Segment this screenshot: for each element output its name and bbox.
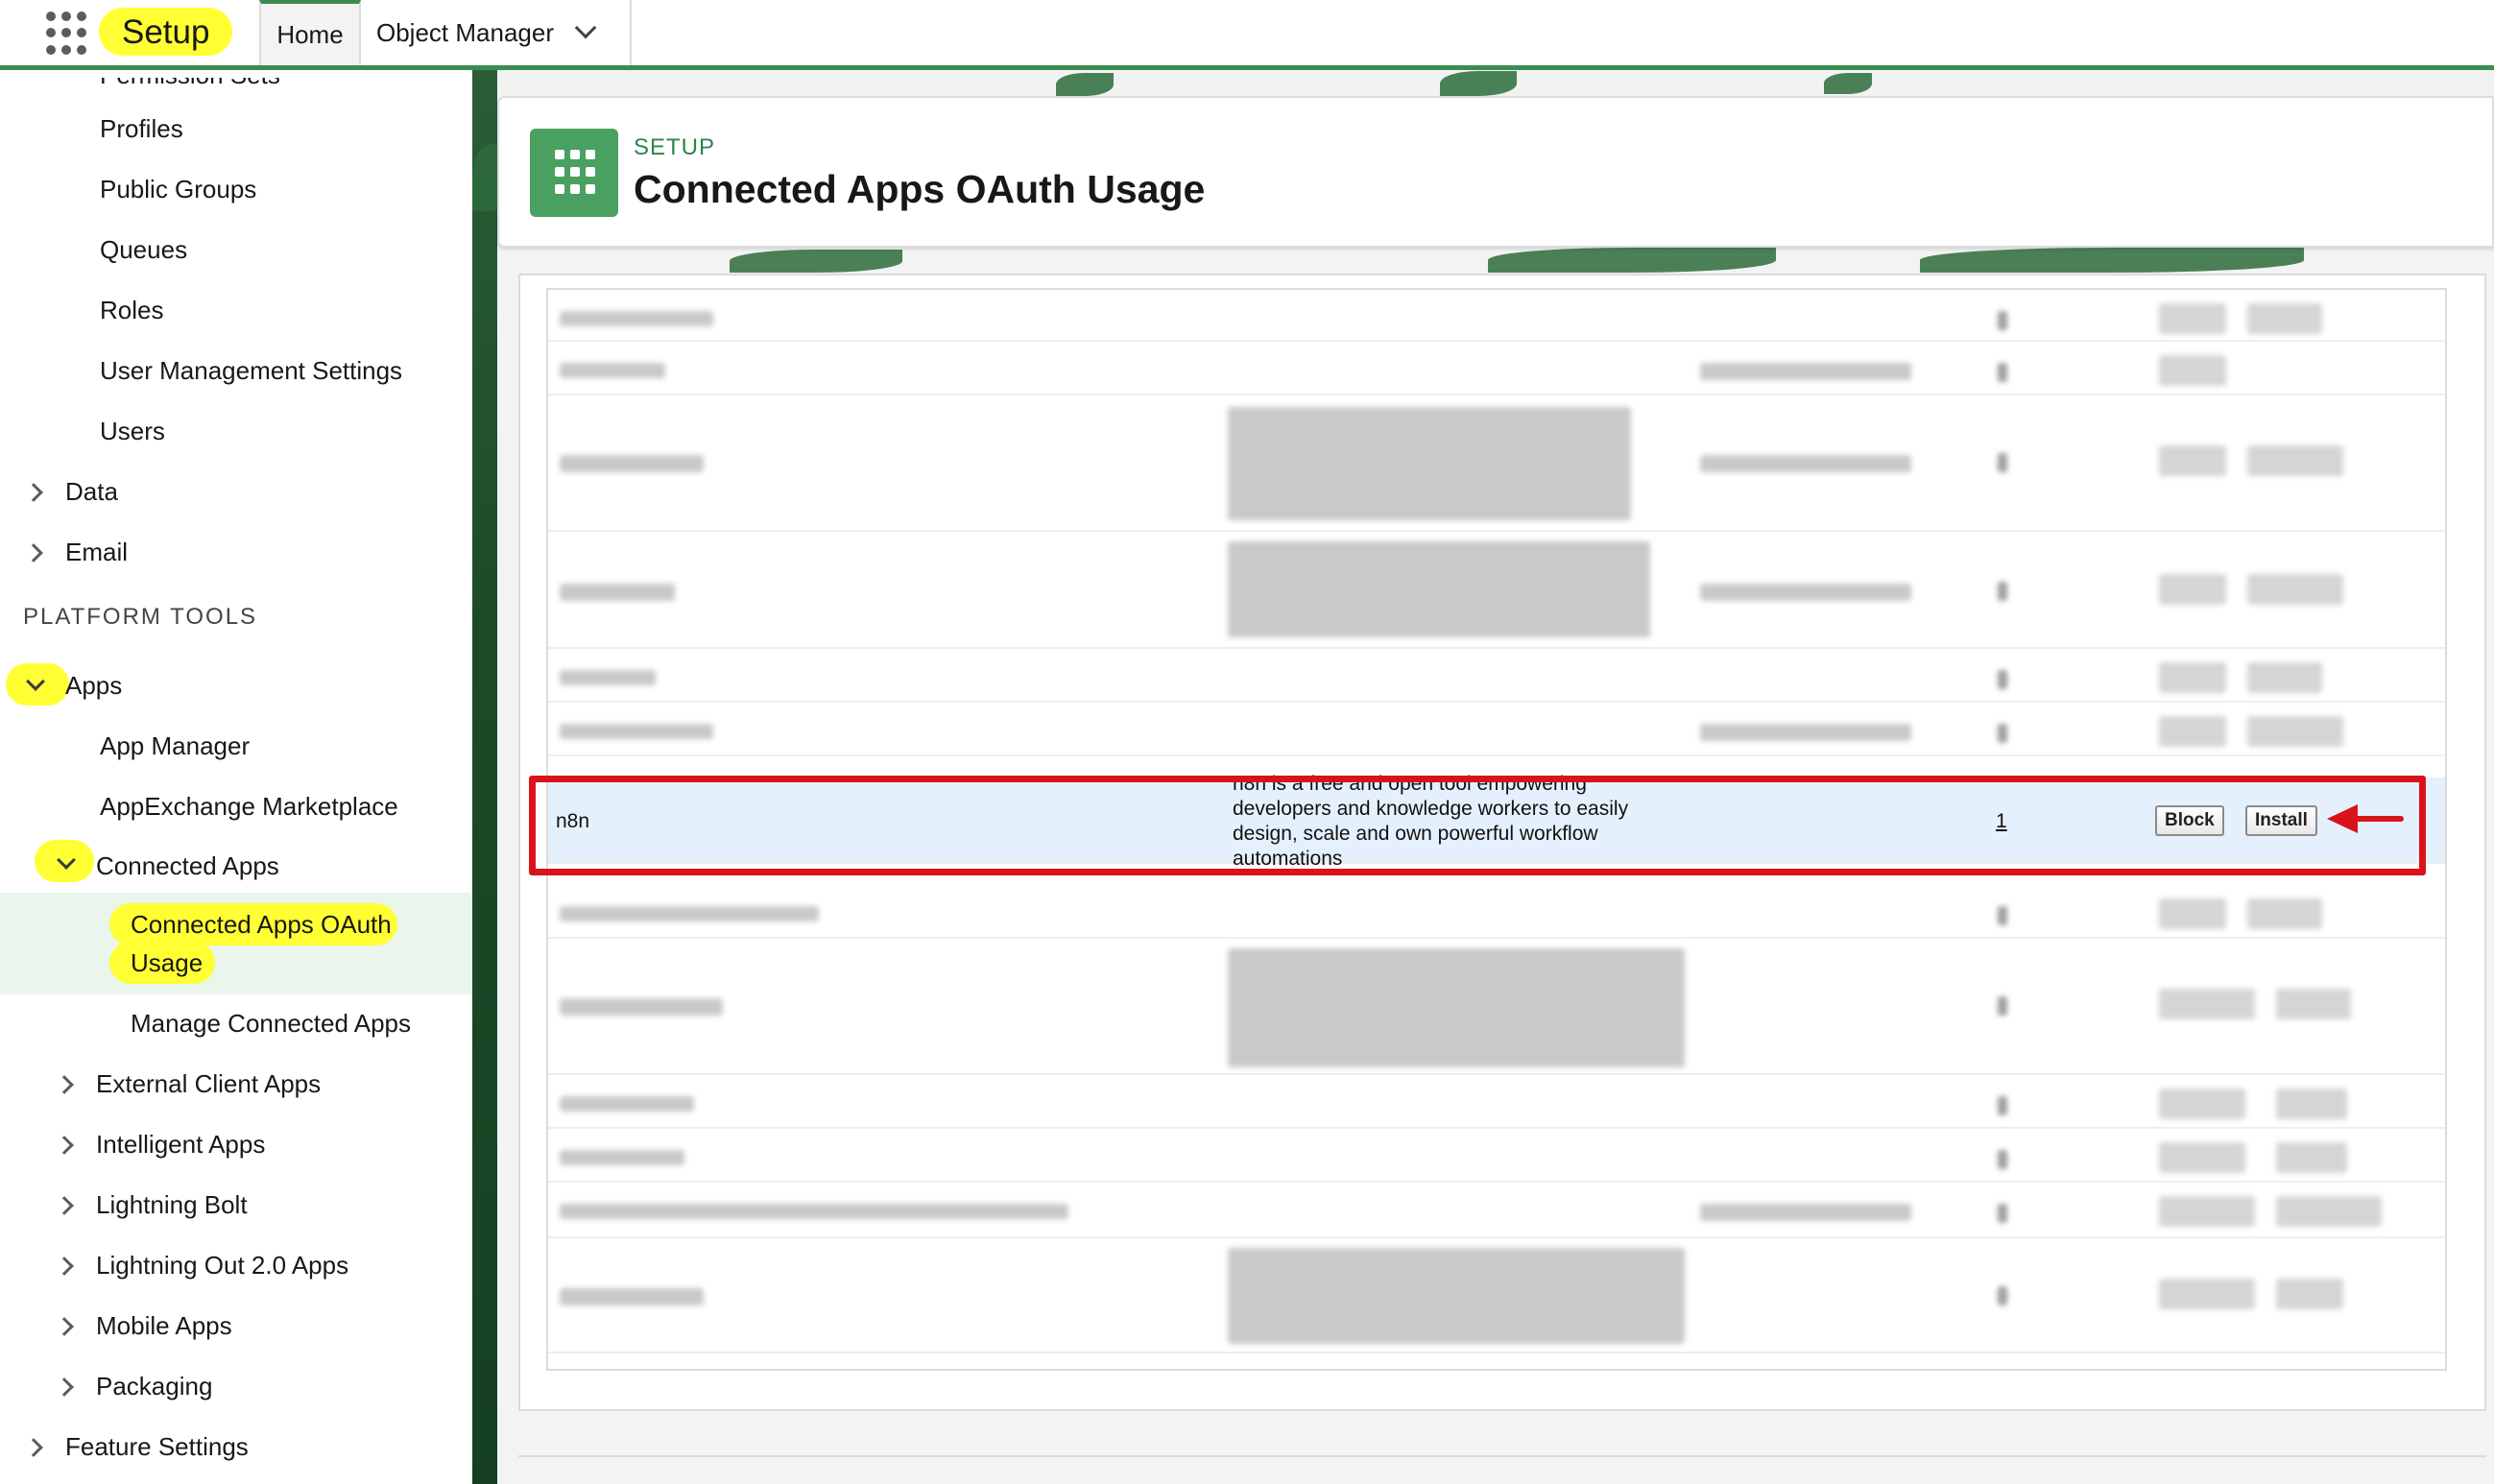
sidebar-item-connected-apps[interactable]: Connected Apps [96,850,279,882]
decorative-leaf [730,250,902,273]
sidebar-item-app-manager[interactable]: App Manager [100,730,250,762]
sidebar-item-queues[interactable]: Queues [100,233,187,266]
sidebar-item-connected-apps-oauth-usage-line2[interactable]: Usage [131,946,203,979]
table-row [548,649,2445,703]
sidebar-item-packaging[interactable]: Packaging [96,1370,212,1402]
sidebar-item-data[interactable]: Data [65,475,118,508]
table-row [548,1238,2445,1353]
content-panel-footer [518,1409,2486,1457]
chevron-right-icon[interactable] [55,1257,74,1276]
sidebar-item-users[interactable]: Users [100,415,165,447]
annotation-arrow-shaft [2354,816,2404,822]
table-row [548,532,2445,649]
sidebar-item-lightning-out-apps[interactable]: Lightning Out 2.0 Apps [96,1249,348,1281]
app-title: Setup [99,8,233,56]
chevron-right-icon[interactable] [24,1438,43,1457]
annotation-highlight-box [529,776,2426,875]
table-row [548,703,2445,756]
sidebar-item-manage-connected-apps[interactable]: Manage Connected Apps [131,1007,411,1040]
tab-home[interactable]: Home [259,0,361,65]
sidebar-item-public-groups[interactable]: Public Groups [100,173,256,205]
table-row [548,939,2445,1075]
decorative-leaf [1824,73,1872,94]
sidebar-item-feature-settings[interactable]: Feature Settings [65,1430,249,1463]
table-row [548,395,2445,532]
chevron-down-icon[interactable] [574,16,597,39]
sidebar-item-connected-apps-oauth-usage[interactable]: Connected Apps OAuth [131,908,392,941]
decorative-leaf [1440,71,1517,96]
tab-object-manager[interactable]: Object Manager [361,0,632,65]
sidebar-item-profiles[interactable]: Profiles [100,112,183,145]
chevron-right-icon[interactable] [24,543,43,562]
sidebar-item-email[interactable]: Email [65,536,128,568]
sidebar-item-lightning-bolt[interactable]: Lightning Bolt [96,1188,248,1221]
sidebar-section-platform-tools: PLATFORM TOOLS [23,604,258,630]
global-nav: Setup Home Object Manager [0,0,2494,70]
table-row [548,290,2445,342]
sidebar-item-user-management-settings[interactable]: User Management Settings [100,354,402,387]
table-row [548,1129,2445,1183]
page-eyebrow: SETUP [634,134,716,160]
sidebar-item-intelligent-apps[interactable]: Intelligent Apps [96,1128,265,1161]
sidebar-item-permission-sets[interactable]: Permission Sets [100,78,280,91]
table-row [548,1183,2445,1238]
decorative-leaf [1488,248,1776,273]
sidebar-item-mobile-apps[interactable]: Mobile Apps [96,1309,232,1342]
chevron-right-icon[interactable] [55,1317,74,1336]
sidebar-item-external-client-apps[interactable]: External Client Apps [96,1067,321,1100]
table-row [548,885,2445,939]
decorative-leaf [1920,248,2304,273]
tab-object-manager-label: Object Manager [376,18,554,47]
app-launcher-icon[interactable] [46,12,90,56]
chevron-right-icon[interactable] [55,1075,74,1094]
chevron-right-icon[interactable] [55,1377,74,1397]
setup-sidebar: Permission Sets Profiles Public Groups Q… [0,70,472,1484]
chevron-right-icon[interactable] [55,1196,74,1215]
decorative-leaf [1056,73,1114,96]
table-row [548,342,2445,395]
chevron-right-icon[interactable] [24,483,43,502]
chevron-right-icon[interactable] [55,1136,74,1155]
table-row [548,1075,2445,1129]
sidebar-item-roles[interactable]: Roles [100,294,163,326]
page-header: SETUP Connected Apps OAuth Usage [497,96,2494,248]
sidebar-item-apps[interactable]: Apps [65,669,122,702]
sidebar-item-appexchange-marketplace[interactable]: AppExchange Marketplace [100,790,398,823]
apps-grid-icon [530,129,618,217]
page-title: Connected Apps OAuth Usage [634,167,1206,211]
decorative-foliage [472,70,497,1484]
